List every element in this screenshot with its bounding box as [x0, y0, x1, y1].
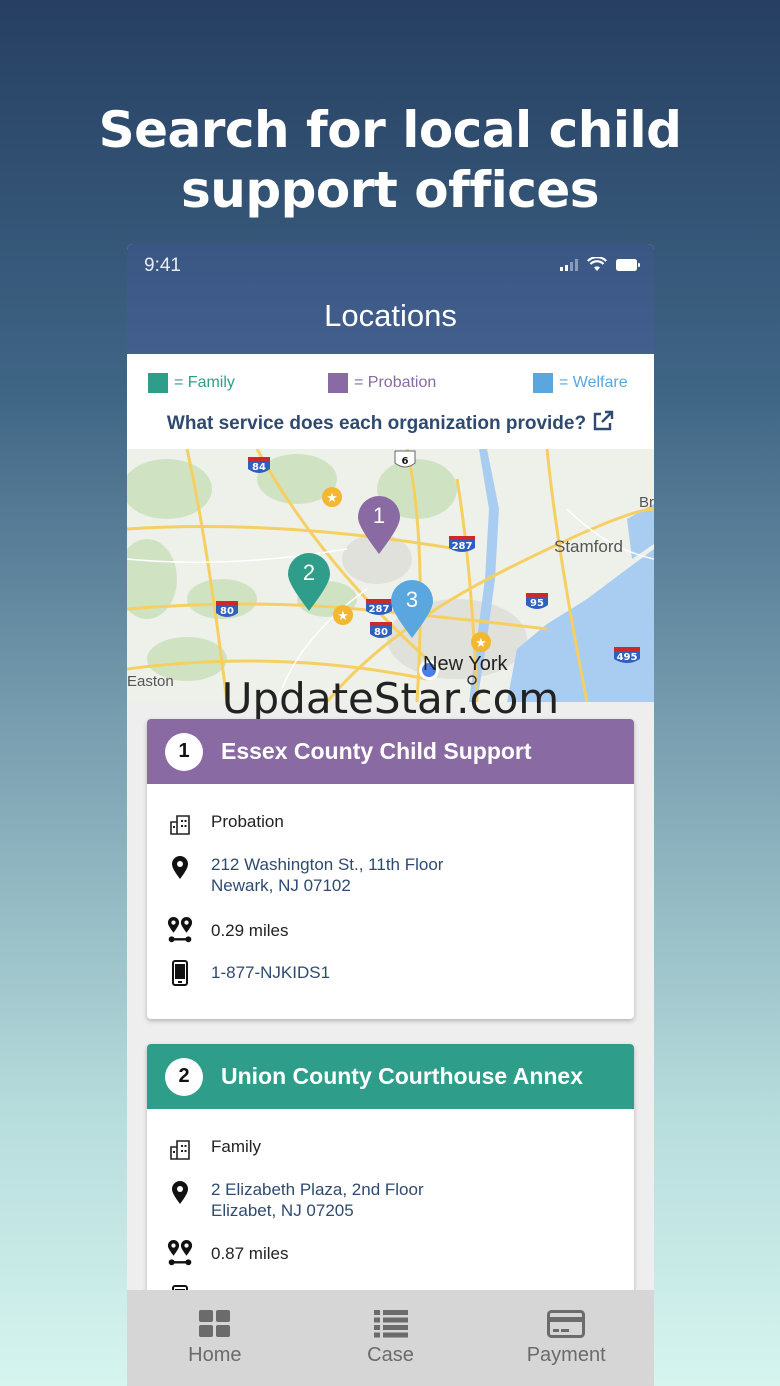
headline-line-2: support offices [180, 161, 600, 219]
family-swatch [148, 373, 168, 393]
card-distance: 0.29 miles [211, 921, 289, 940]
legend-welfare: = Welfare [533, 373, 628, 393]
legend-family: = Family [148, 373, 235, 393]
card-phone: 1-877-NJKIDS1 [211, 963, 331, 982]
shield-84: 84 [252, 462, 266, 473]
legend-probation-label: = Probation [354, 374, 437, 391]
card-address-line-2: Elizabet, NJ 07205 [211, 1201, 354, 1220]
card-distance-row: 0.87 miles [167, 1239, 288, 1267]
card-address-line-1: 212 Washington St., 11th Floor [211, 855, 444, 874]
route-icon [167, 917, 193, 943]
svg-text:2: 2 [303, 560, 315, 585]
card-type: Family [211, 1137, 262, 1156]
card-title: Union County Courthouse Annex [221, 1063, 584, 1089]
tab-payment-label: Payment [526, 1344, 606, 1366]
card-address-line-1: 2 Elizabeth Plaza, 2nd Floor [211, 1180, 424, 1199]
card-title: Essex County Child Support [221, 738, 532, 764]
tab-home-label: Home [188, 1344, 242, 1366]
shield-287-b: 287 [369, 604, 390, 615]
list-icon [373, 1310, 408, 1338]
card-number-badge: 1 [165, 732, 203, 771]
svg-text:3: 3 [406, 587, 418, 612]
watermark: UpdateStar.com [221, 674, 560, 723]
card-address-line-2: Newark, NJ 07102 [211, 876, 351, 895]
card-distance-row: 0.29 miles [167, 916, 288, 944]
card-header: 1 Essex County Child Support [147, 719, 634, 784]
card-phone-row[interactable]: 1-877-NJKIDS1 [167, 959, 330, 987]
map-label-new-york: New York [423, 653, 508, 675]
shield-95: 95 [530, 598, 544, 609]
legend-probation: = Probation [328, 373, 436, 393]
card-type-row: Probation [167, 811, 284, 839]
shield-495: 495 [617, 652, 638, 663]
status-time: 9:41 [144, 255, 181, 276]
map-canvas: 84 6 287 287 80 80 95 495 ★ ★ ★ Stamford [127, 449, 654, 702]
cellular-signal-icon [560, 258, 578, 271]
card-distance: 0.87 miles [211, 1244, 289, 1263]
legend-family-label: = Family [174, 374, 235, 391]
map-view[interactable]: 84 6 287 287 80 80 95 495 ★ ★ ★ Stamford [127, 449, 654, 702]
nav-title: Locations [324, 298, 457, 333]
mobile-phone-icon [172, 960, 188, 986]
service-info-link-text: What service does each organization prov… [166, 413, 587, 434]
battery-icon [616, 258, 640, 271]
map-label-stamford: Stamford [554, 537, 623, 556]
card-address-row[interactable]: 212 Washington St., 11th Floor Newark, N… [167, 854, 443, 896]
tab-payment[interactable]: Payment [478, 1290, 654, 1386]
shield-6: 6 [402, 456, 409, 467]
card-type: Probation [211, 812, 284, 831]
welfare-swatch [533, 373, 553, 393]
shield-80-a: 80 [220, 606, 234, 617]
location-card-1[interactable]: 1 Essex County Child Support Probation 2… [147, 719, 634, 1019]
route-icon [167, 1240, 193, 1266]
tab-home[interactable]: Home [127, 1290, 303, 1386]
building-icon [170, 1140, 190, 1160]
status-icons [560, 257, 640, 272]
svg-text:★: ★ [337, 608, 349, 623]
grid-icon [198, 1310, 230, 1337]
shield-80-b: 80 [374, 627, 388, 638]
card-type-row: Family [167, 1136, 261, 1164]
svg-text:★: ★ [326, 490, 338, 505]
top-bar: 9:41 Locations [127, 244, 654, 354]
credit-card-icon [547, 1310, 586, 1338]
card-number-badge: 2 [165, 1057, 203, 1096]
tab-case[interactable]: Case [303, 1290, 479, 1386]
svg-text:1: 1 [373, 503, 385, 528]
location-pin-icon [172, 1181, 188, 1204]
external-link-icon [593, 410, 614, 431]
map-label-br: Br [639, 494, 654, 511]
svg-text:★: ★ [475, 635, 487, 650]
building-icon [170, 815, 190, 835]
card-address-row[interactable]: 2 Elizabeth Plaza, 2nd Floor Elizabet, N… [167, 1179, 424, 1221]
bottom-tab-bar: Home Case Payment [127, 1290, 654, 1386]
wifi-icon [587, 257, 607, 271]
legend-welfare-label: = Welfare [559, 374, 628, 391]
location-pin-icon [172, 856, 188, 879]
headline: Search for local child support offices [0, 100, 780, 220]
phone-screen: 9:41 Locations = Family = Probation = We… [127, 244, 654, 1386]
card-header: 2 Union County Courthouse Annex [147, 1044, 634, 1109]
tab-case-label: Case [367, 1344, 414, 1366]
service-info-link[interactable]: What service does each organization prov… [127, 410, 654, 435]
legend: = Family = Probation = Welfare What serv… [127, 354, 654, 449]
probation-swatch [328, 373, 348, 393]
shield-287-a: 287 [452, 541, 473, 552]
headline-line-1: Search for local child [98, 101, 682, 159]
